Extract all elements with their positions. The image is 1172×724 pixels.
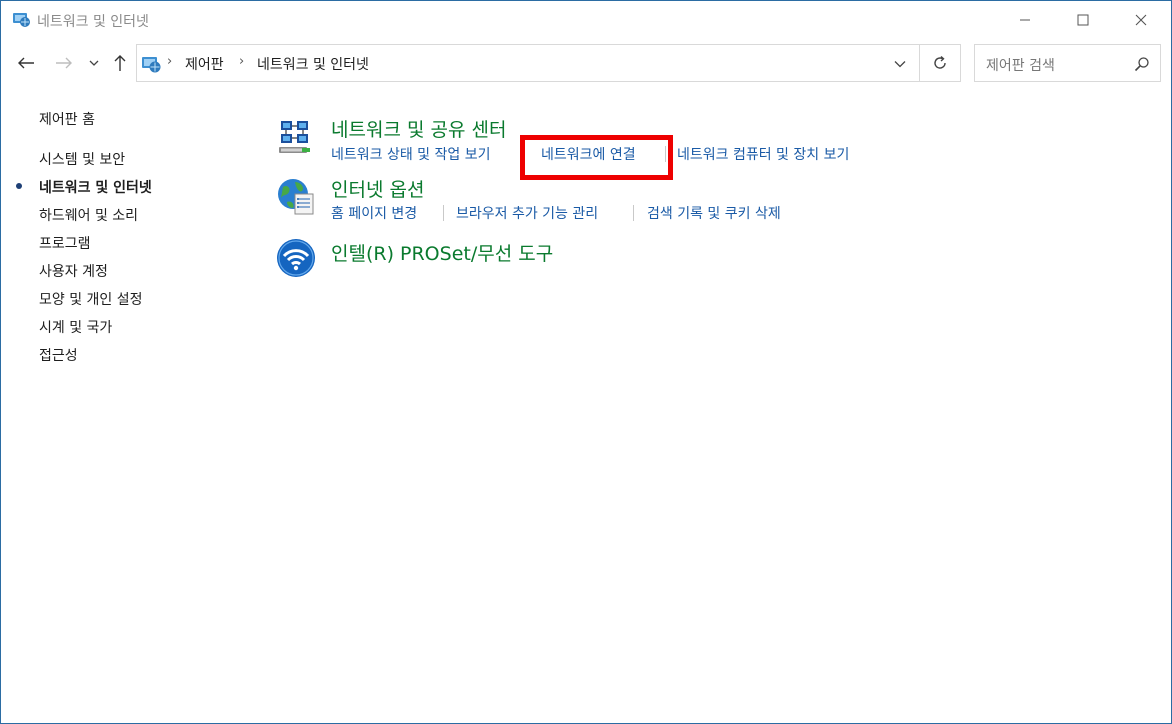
category-title-intel-proset[interactable]: 인텔(R) PROSet/무선 도구 (331, 239, 553, 266)
link-divider (443, 205, 444, 221)
category-title-internet-options[interactable]: 인터넷 옵션 (331, 175, 424, 202)
link-divider (633, 205, 634, 221)
search-placeholder: 제어판 검색 (986, 58, 1055, 74)
sidebar-item-hardware-sound[interactable]: 하드웨어 및 소리 (39, 205, 138, 225)
category-title-network-sharing-center[interactable]: 네트워크 및 공유 센터 (331, 115, 506, 142)
refresh-button[interactable] (920, 44, 961, 82)
title-bar: 네트워크 및 인터넷 (1, 1, 1171, 39)
arrow-up-icon (114, 55, 126, 71)
sidebar-item-appearance[interactable]: 모양 및 개인 설정 (39, 289, 143, 309)
intel-proset-wireless-icon[interactable] (275, 237, 317, 279)
breadcrumb-network-internet[interactable]: 네트워크 및 인터넷 (257, 54, 369, 74)
breadcrumb-separator-icon[interactable]: › (239, 54, 244, 69)
network-folder-icon (11, 10, 31, 28)
address-bar[interactable]: › 제어판 › 네트워크 및 인터넷 (136, 44, 920, 82)
sidebar-item-clock-region[interactable]: 시계 및 국가 (39, 317, 112, 337)
refresh-icon (934, 55, 946, 69)
breadcrumb-separator-icon: › (167, 54, 173, 69)
link-delete-browsing-history[interactable]: 검색 기록 및 쿠키 삭제 (647, 203, 781, 223)
minimize-button[interactable] (996, 1, 1054, 39)
close-button[interactable] (1112, 1, 1170, 39)
up-button[interactable] (107, 51, 133, 75)
breadcrumb-control-panel[interactable]: 제어판 (185, 54, 224, 74)
forward-button[interactable] (51, 51, 77, 75)
chevron-down-icon (894, 61, 906, 68)
sidebar-item-user-accounts[interactable]: 사용자 계정 (39, 261, 108, 281)
sidebar-item-control-panel-home[interactable]: 제어판 홈 (39, 109, 95, 129)
minimize-icon (1020, 19, 1030, 21)
link-change-home-page[interactable]: 홈 페이지 변경 (331, 203, 417, 223)
sidebar-item-system-security[interactable]: 시스템 및 보안 (39, 149, 125, 169)
chevron-down-icon (89, 60, 99, 66)
close-icon (1135, 14, 1147, 26)
arrow-left-icon (18, 57, 34, 69)
sidebar-item-network-internet[interactable]: 네트워크 및 인터넷 (39, 177, 152, 197)
sidebar-item-programs[interactable]: 프로그램 (39, 233, 91, 253)
address-dropdown-button[interactable] (887, 54, 913, 74)
highlight-annotation-box (520, 135, 673, 180)
network-sharing-center-icon[interactable] (275, 117, 317, 159)
navigation-bar: › 제어판 › 네트워크 및 인터넷 제어판 검색 (1, 41, 1171, 85)
window-title: 네트워크 및 인터넷 (37, 14, 149, 30)
maximize-button[interactable] (1054, 1, 1112, 39)
internet-options-globe-icon[interactable] (275, 176, 317, 218)
active-bullet-icon (16, 183, 22, 189)
sidebar-item-ease-of-access[interactable]: 접근성 (39, 345, 78, 365)
link-view-network-computers[interactable]: 네트워크 컴퓨터 및 장치 보기 (677, 144, 849, 164)
control-panel-window: 네트워크 및 인터넷 › 제어판 › 네트워크 및 인터넷 제어판 검색 제어판… (0, 0, 1172, 724)
back-button[interactable] (13, 51, 39, 75)
network-folder-icon (140, 54, 162, 74)
arrow-right-icon (56, 57, 72, 69)
search-icon (1134, 56, 1150, 72)
link-manage-browser-addons[interactable]: 브라우저 추가 기능 관리 (456, 203, 598, 223)
recent-locations-button[interactable] (85, 51, 103, 75)
maximize-icon (1077, 14, 1089, 26)
link-view-network-status[interactable]: 네트워크 상태 및 작업 보기 (331, 144, 490, 164)
search-input[interactable]: 제어판 검색 (974, 44, 1161, 82)
